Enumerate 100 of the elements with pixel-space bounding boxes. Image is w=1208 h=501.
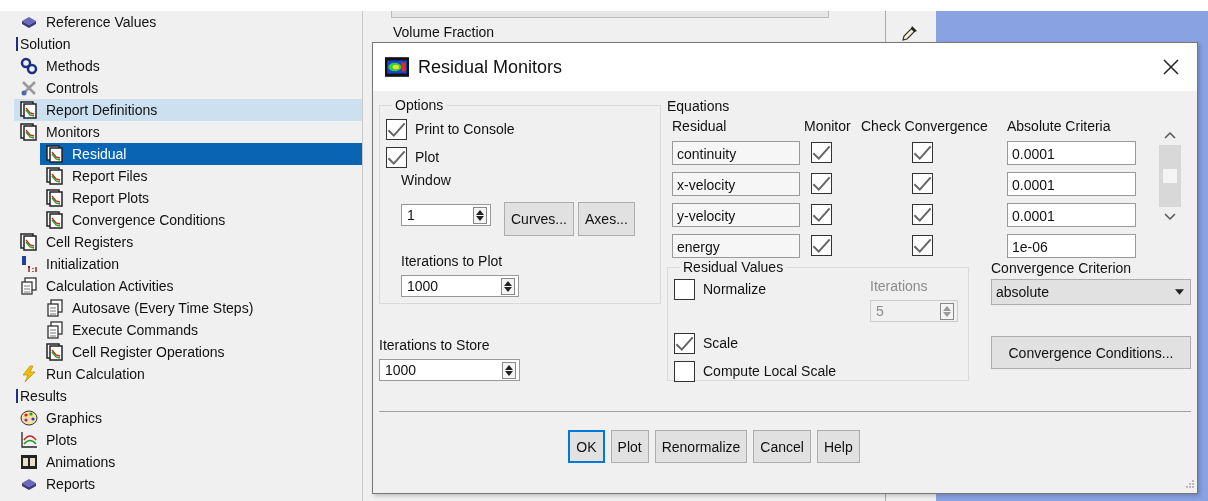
checkbox[interactable] [674,278,695,300]
gears-icon [20,57,38,75]
column-header: Absolute Criteria [1007,118,1112,134]
tree-item[interactable]: Convergence Conditions [40,209,362,231]
number-spinner[interactable]: 1 [401,204,491,226]
checkbox[interactable] [912,235,933,256]
section-marker [16,37,18,51]
field-label: Iterations to Store [379,336,491,355]
tree-item[interactable]: Execute Commands [40,319,362,341]
tree-item[interactable]: Residual [40,143,362,165]
chart-document-icon [46,189,64,207]
chart-document-icon [46,145,64,163]
number-spinner[interactable]: 1000 [401,275,519,297]
tree-item[interactable]: Methods [14,55,362,77]
tree-item[interactable]: Report Plots [40,187,362,209]
tree-item[interactable]: Run Calculation [14,363,362,385]
dialog-button[interactable]: OK [568,430,605,463]
checkbox-label: Normalize [703,281,766,297]
dialog-button[interactable]: Renormalize [654,430,748,463]
field-label: Window [401,171,452,189]
initialization-icon [20,255,38,273]
check-icon [812,174,831,193]
resize-grip-icon[interactable] [1184,480,1194,490]
documents-icon [20,277,38,295]
eyedropper-icon[interactable] [901,24,919,42]
tree-item[interactable]: Animations [14,451,362,473]
plot-icon [20,431,38,449]
panel-label: Volume Fraction [393,24,495,40]
scroll-up-icon[interactable] [1164,131,1176,139]
colormap-icon [385,57,409,77]
caret-icon [1175,289,1184,295]
dialog-button[interactable]: Curves... [504,202,574,236]
checkbox[interactable] [386,118,407,140]
dialog-title: Residual Monitors [418,56,564,78]
chart-document-icon [46,343,64,361]
check-icon [913,205,932,224]
chart-document-icon [46,167,64,185]
scroll-down-icon[interactable] [1164,213,1176,221]
chart-document-icon [46,211,64,229]
close-icon[interactable] [1163,59,1179,75]
dialog-button[interactable]: Help [816,430,860,463]
tree-item[interactable]: Report Files [40,165,362,187]
tree-item[interactable]: Autosave (Every Time Steps) [40,297,362,319]
residual-field: energy [672,233,800,258]
criteria-field[interactable]: 0.0001 [1007,171,1136,196]
number-spinner[interactable]: 1000 [379,359,520,381]
tree-item[interactable]: Graphics [14,407,362,429]
dialog-button[interactable]: Convergence Conditions... [991,336,1191,369]
tools-icon [20,79,38,97]
tree-item[interactable]: Reports [14,473,362,495]
chart-document-icon [20,101,38,119]
film-icon [20,453,38,471]
checkbox[interactable] [674,360,695,382]
column-header: Residual [672,118,728,134]
tree-item[interactable]: Calculation Activities [14,275,362,297]
checkbox[interactable] [386,146,407,168]
tree-item[interactable]: Controls [14,77,362,99]
field-label: Iterations to Plot [401,252,504,270]
tree-item[interactable]: Cell Registers [14,231,362,253]
field-label: Convergence Criterion [991,259,1133,277]
tree-item[interactable]: Report Definitions [14,99,362,121]
checkbox[interactable] [811,204,832,225]
tree-item[interactable]: Plots [14,429,362,451]
tree-section[interactable]: Results [20,388,67,404]
checkbox[interactable] [811,235,832,256]
tree-section[interactable]: Solution [20,36,71,52]
chart-document-icon [20,123,38,141]
checkbox[interactable] [674,332,695,354]
group-title: Options [394,97,445,113]
checkbox[interactable] [811,173,832,194]
checkbox-label: Print to Console [415,121,515,137]
tree-item[interactable]: Cell Register Operations [40,341,362,363]
tree-item[interactable]: Reference Values [14,11,362,33]
dialog-button[interactable]: Plot [610,430,649,463]
tree-item[interactable]: Initialization [14,253,362,275]
dialog-button[interactable]: Axes... [578,202,635,236]
section-marker [16,389,18,403]
criteria-field[interactable]: 0.0001 [1007,140,1136,165]
dialog-button[interactable]: Cancel [753,430,811,463]
lightning-icon [20,365,38,383]
check-icon [913,143,932,162]
criteria-field[interactable]: 0.0001 [1007,202,1136,227]
check-icon [812,236,831,255]
tree-item[interactable]: Monitors [14,121,362,143]
checkbox[interactable] [811,142,832,163]
check-icon [913,174,932,193]
column-header: Check Convergence [861,118,989,134]
check-icon [812,143,831,162]
palette-icon [20,409,38,427]
checkbox-label: Compute Local Scale [703,363,837,379]
checkbox[interactable] [912,204,933,225]
scroll-thumb[interactable] [1163,169,1177,183]
check-icon [812,205,831,224]
dropdown[interactable]: absolute [991,279,1191,305]
checkbox[interactable] [912,173,933,194]
residual-field: continuity [672,140,800,165]
column-header: Monitor [804,118,852,134]
criteria-field[interactable]: 1e-06 [1007,233,1136,258]
checkbox[interactable] [912,142,933,163]
checkbox-label: Plot [415,149,440,165]
